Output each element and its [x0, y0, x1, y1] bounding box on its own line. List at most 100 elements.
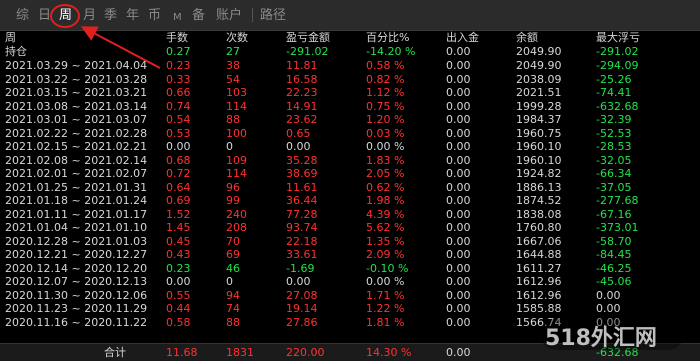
max-float-loss-cell: 0.00: [596, 302, 621, 315]
period-cell: 2021.01.11 ~ 2021.01.17: [5, 207, 148, 221]
max-float-loss-cell: -294.09: [596, 59, 639, 72]
balance-cell: 1984.37: [516, 113, 562, 126]
table-row[interactable]: 2021.03.15 ~ 2021.03.21 0.66 103 22.23 1.12 …: [0, 86, 700, 100]
pnl-cell: 19.14: [286, 302, 318, 315]
holding-cashflow: 0.00: [446, 45, 471, 58]
col-lots: 手数: [166, 31, 188, 44]
balance-cell: 2021.51: [516, 86, 562, 99]
cashflow-cell: 0.00: [446, 221, 471, 234]
table-row[interactable]: 2021.03.29 ~ 2021.04.04 0.23 38 11.81 0.58 %…: [0, 59, 700, 73]
percent-cell: 2.09 %: [366, 248, 405, 261]
max-float-loss-cell: -277.68: [596, 194, 639, 207]
percent-cell: 1.71 %: [366, 288, 405, 302]
balance-cell: 2038.09: [516, 72, 562, 86]
table-row[interactable]: 2020.11.23 ~ 2020.11.29 0.44 74 19.14 1.22 %…: [0, 302, 700, 316]
cashflow-cell: 0.00: [446, 59, 471, 72]
table-row[interactable]: 2021.01.11 ~ 2021.01.17 1.52 240 77.28 4.39 …: [0, 208, 700, 222]
lots-cell: 0.44: [166, 302, 191, 315]
tab-overview[interactable]: 综: [16, 7, 29, 25]
percent-cell: 5.62 %: [366, 221, 405, 234]
count-cell: 74: [226, 302, 240, 315]
count-cell: 94: [226, 288, 240, 302]
balance-cell: 1838.08: [516, 207, 562, 221]
table-row[interactable]: 2021.01.18 ~ 2021.01.24 0.69 99 36.44 1.98 %…: [0, 194, 700, 208]
holding-balance: 2049.90: [516, 45, 562, 58]
col-pnl: 盈亏金额: [286, 31, 330, 44]
percent-cell: 1.35 %: [366, 234, 405, 248]
tab-currency[interactable]: 币: [148, 7, 161, 25]
table-row[interactable]: 2020.12.28 ~ 2021.01.03 0.45 70 22.18 1.35 %…: [0, 235, 700, 249]
pnl-cell: 16.58: [286, 72, 318, 86]
pnl-cell: 23.62: [286, 113, 318, 126]
cashflow-cell: 0.00: [446, 207, 471, 221]
cashflow-cell: 0.00: [446, 99, 471, 113]
cashflow-cell: 0.00: [446, 194, 471, 207]
holding-pnl: -291.02: [286, 45, 329, 58]
period-cell: 2021.03.29 ~ 2021.04.04: [5, 59, 148, 72]
lots-cell: 1.45: [166, 221, 191, 234]
count-cell: 38: [226, 59, 240, 72]
cashflow-cell: 0.00: [446, 261, 471, 275]
cashflow-cell: 0.00: [446, 140, 471, 153]
max-float-loss-cell: -37.05: [596, 180, 632, 194]
period-cell: 2020.12.21 ~ 2020.12.27: [5, 248, 148, 261]
totals-pnl: 220.00: [286, 346, 325, 359]
period-cell: 2021.01.04 ~ 2021.01.10: [5, 221, 148, 234]
percent-cell: 0.62 %: [366, 180, 405, 194]
table-row[interactable]: 2020.11.30 ~ 2020.12.06 0.55 94 27.08 1.71 %…: [0, 289, 700, 303]
count-cell: 99: [226, 194, 240, 207]
max-float-loss-cell: -45.06: [596, 275, 632, 288]
highlight-circle-annotation: [50, 4, 80, 28]
period-cell: 2021.03.08 ~ 2021.03.14: [5, 99, 148, 113]
cashflow-cell: 0.00: [446, 180, 471, 194]
cashflow-cell: 0.00: [446, 153, 471, 167]
tab-divider: [252, 8, 253, 22]
tab-month[interactable]: 月: [83, 7, 96, 25]
table-row[interactable]: 2020.12.14 ~ 2020.12.20 0.23 46 -1.69 -0.10 …: [0, 262, 700, 276]
cashflow-cell: 0.00: [446, 302, 471, 315]
pnl-cell: 27.86: [286, 315, 318, 329]
max-float-loss-cell: -84.45: [596, 248, 632, 261]
table-row[interactable]: 2021.02.22 ~ 2021.02.28 0.53 100 0.65 0.03 %…: [0, 127, 700, 141]
table-row[interactable]: 2021.01.04 ~ 2021.01.10 1.45 208 93.74 5.62 …: [0, 221, 700, 235]
tab-path[interactable]: 路径: [260, 7, 286, 25]
max-float-loss-cell: -373.01: [596, 221, 639, 234]
table-row[interactable]: 2021.03.01 ~ 2021.03.07 0.54 88 23.62 1.20 %…: [0, 113, 700, 127]
totals-percent: 14.30 %: [366, 346, 412, 359]
pnl-cell: 36.44: [286, 194, 318, 207]
table-row[interactable]: 2021.03.08 ~ 2021.03.14 0.74 114 14.91 0.75 …: [0, 100, 700, 114]
holding-lots: 0.27: [166, 45, 191, 58]
col-period: 周: [5, 31, 16, 44]
table-row[interactable]: 2021.02.08 ~ 2021.02.14 0.68 109 35.28 1.83 …: [0, 154, 700, 168]
count-cell: 88: [226, 113, 240, 126]
pnl-cell: 93.74: [286, 221, 318, 234]
lots-cell: 0.64: [166, 180, 191, 194]
period-cell: 2021.03.22 ~ 2021.03.28: [5, 72, 148, 86]
tab-year[interactable]: 年: [126, 7, 139, 25]
percent-cell: -0.10 %: [366, 261, 409, 275]
max-float-loss-cell: -66.34: [596, 167, 632, 180]
table-row[interactable]: 2020.12.21 ~ 2020.12.27 0.43 69 33.61 2.09 %…: [0, 248, 700, 262]
holding-count: 27: [226, 45, 240, 58]
balance-cell: 1585.88: [516, 302, 562, 315]
table-row[interactable]: 2021.02.01 ~ 2021.02.07 0.72 114 38.69 2.05 …: [0, 167, 700, 181]
table-row[interactable]: 2021.03.22 ~ 2021.03.28 0.33 54 16.58 0.82 %…: [0, 73, 700, 87]
tab-quarter[interactable]: 季: [104, 7, 117, 25]
count-cell: 208: [226, 221, 247, 234]
tab-notes[interactable]: 备: [192, 7, 205, 25]
cashflow-cell: 0.00: [446, 72, 471, 86]
pnl-cell: 35.28: [286, 153, 318, 167]
table-row[interactable]: 2021.01.25 ~ 2021.01.31 0.64 96 11.61 0.62 %…: [0, 181, 700, 195]
balance-cell: 1760.80: [516, 221, 562, 234]
table-row[interactable]: 2021.02.15 ~ 2021.02.21 0.00 0 0.00 0.00 % 0.…: [0, 140, 700, 154]
table-row[interactable]: 2020.12.07 ~ 2020.12.13 0.00 0 0.00 0.00 % 0.…: [0, 275, 700, 289]
tab-m[interactable]: M: [173, 9, 182, 27]
period-cell: 2021.02.22 ~ 2021.02.28: [5, 126, 148, 140]
period-cell: 2021.01.18 ~ 2021.01.24: [5, 194, 148, 207]
tab-account[interactable]: 账户: [216, 7, 242, 25]
balance-cell: 1999.28: [516, 99, 562, 113]
percent-cell: 1.22 %: [366, 302, 405, 315]
lots-cell: 1.52: [166, 207, 191, 221]
max-float-loss-cell: -74.41: [596, 86, 632, 99]
pnl-cell: 14.91: [286, 99, 318, 113]
